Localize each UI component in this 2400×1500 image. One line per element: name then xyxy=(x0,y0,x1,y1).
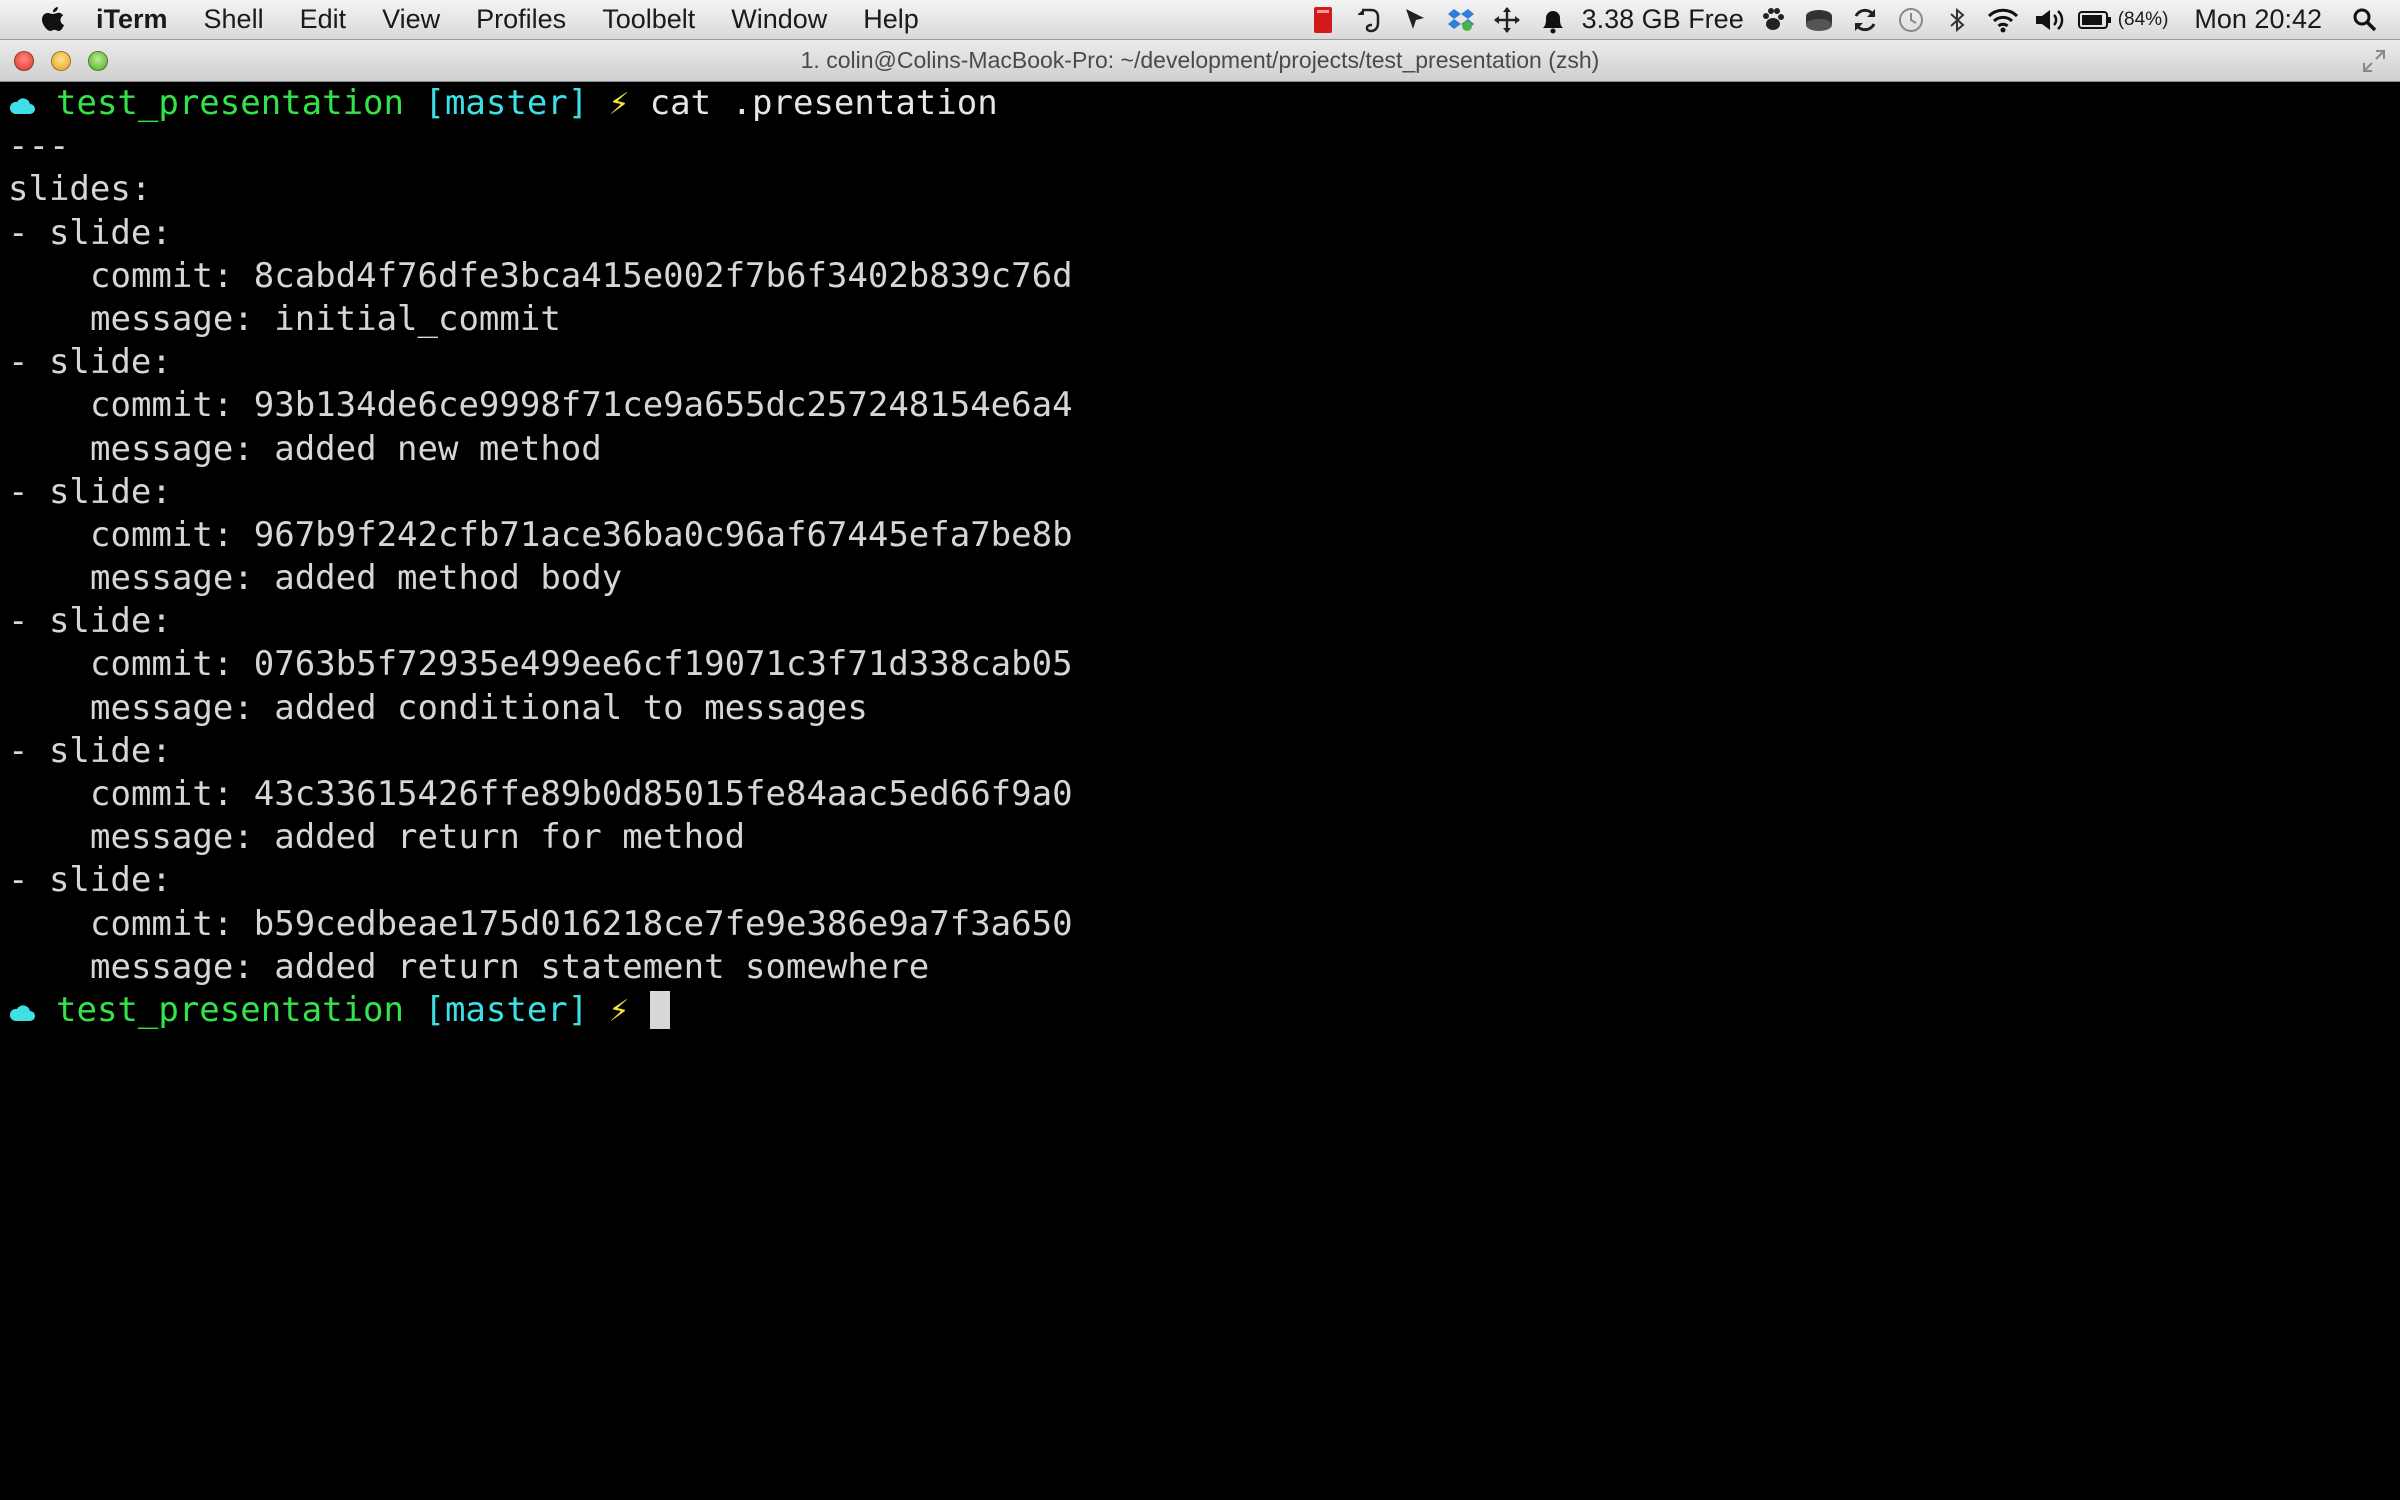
menu-toolbelt[interactable]: Toolbelt xyxy=(602,4,695,35)
yaml-doc-start: --- xyxy=(8,126,70,167)
slide-message-line: message: added conditional to messages xyxy=(8,687,2400,730)
commit-hash: 93b134de6ce9998f71ce9a655dc257248154e6a4 xyxy=(253,385,1073,426)
dropbox-icon[interactable] xyxy=(1444,5,1478,35)
slide-message-line: message: added method body xyxy=(8,557,2400,600)
slide-commit-line: commit: 0763b5f72935e499ee6cf19071c3f71d… xyxy=(8,643,2400,686)
slide-message-line: message: added return statement somewher… xyxy=(8,946,2400,989)
commit-key: commit: xyxy=(90,644,254,685)
minimize-window-button[interactable] xyxy=(51,50,71,71)
commit-hash: 967b9f242cfb71ace36ba0c96af67445efa7be8b xyxy=(253,514,1073,555)
terminal-output[interactable]: test_presentation [master] ⚡ cat .presen… xyxy=(0,82,2400,1500)
message-key: message: xyxy=(90,687,275,728)
bell-icon[interactable] xyxy=(1536,5,1570,35)
prompt-directory: test_presentation xyxy=(56,83,404,123)
window-controls xyxy=(14,50,125,71)
time-machine-icon[interactable] xyxy=(1894,5,1928,35)
command-text: cat .presentation xyxy=(649,83,998,123)
slide-commit-line: commit: 93b134de6ce9998f71ce9a655dc25724… xyxy=(8,384,2400,427)
slide-message-line: message: added return for method xyxy=(8,816,2400,859)
message-key: message: xyxy=(90,817,275,858)
commit-key: commit: xyxy=(90,774,254,814)
commit-hash: 8cabd4f76dfe3bca415e002f7b6f3402b839c76d xyxy=(253,255,1073,296)
prompt-bolt-icon: ⚡ xyxy=(608,83,630,123)
menu-help[interactable]: Help xyxy=(863,4,919,35)
commit-message: added method body xyxy=(274,558,623,599)
zoom-window-button[interactable] xyxy=(88,50,108,71)
message-key: message: xyxy=(90,558,275,599)
yaml-slide-key: - slide: xyxy=(8,601,172,642)
bluetooth-icon[interactable] xyxy=(1940,5,1974,35)
commit-key: commit: xyxy=(90,903,254,944)
cloud-icon xyxy=(9,1005,35,1021)
close-window-button[interactable] xyxy=(14,50,34,71)
yaml-slides-key: slides: xyxy=(8,169,152,210)
commit-key: commit: xyxy=(90,255,254,296)
paw-icon[interactable] xyxy=(1756,5,1790,35)
message-key: message: xyxy=(90,428,275,469)
slide-message-line: message: added new method xyxy=(8,428,2400,471)
commit-message: added return for method xyxy=(274,817,746,858)
commit-hash: 43c33615426ffe89b0d85015fe84aac5ed66f9a0 xyxy=(253,774,1073,814)
prompt-bolt-icon: ⚡ xyxy=(608,989,630,1030)
menu-edit[interactable]: Edit xyxy=(300,4,347,35)
message-key: message: xyxy=(90,946,275,987)
menu-shell[interactable]: Shell xyxy=(204,4,264,35)
wifi-icon[interactable] xyxy=(1986,5,2020,35)
commit-key: commit: xyxy=(90,385,254,426)
menu-view[interactable]: View xyxy=(382,4,440,35)
commit-message: added conditional to messages xyxy=(274,687,868,728)
yaml-slide-key: - slide: xyxy=(8,730,172,771)
commit-hash: b59cedbeae175d016218ce7fe9e386e9a7f3a650 xyxy=(253,903,1073,944)
commit-message: added new method xyxy=(274,428,602,469)
message-key: message: xyxy=(90,298,275,339)
cloud-icon xyxy=(9,98,35,114)
prompt-branch: [master] xyxy=(424,989,589,1030)
battery-icon[interactable] xyxy=(2077,5,2112,35)
slide-commit-line: commit: 43c33615426ffe89b0d85015fe84aac5… xyxy=(8,773,2400,816)
yaml-slide-key: - slide: xyxy=(8,212,172,253)
prompt-branch: [master] xyxy=(424,83,589,123)
yaml-slide-key: - slide: xyxy=(8,342,172,383)
menu-profiles[interactable]: Profiles xyxy=(476,4,566,35)
menubar-clock[interactable]: Mon 20:42 xyxy=(2194,4,2322,35)
slide-commit-line: commit: 967b9f242cfb71ace36ba0c96af67445… xyxy=(8,514,2400,557)
move-icon[interactable] xyxy=(1490,5,1524,35)
prompt-line: test_presentation [master] ⚡ cat .presen… xyxy=(8,82,2400,125)
pointer-icon[interactable] xyxy=(1398,5,1432,35)
volume-icon[interactable] xyxy=(2032,5,2066,35)
commit-hash: 0763b5f72935e499ee6cf19071c3f71d338cab05 xyxy=(253,644,1073,685)
text-cursor[interactable] xyxy=(649,990,670,1029)
sync-icon[interactable] xyxy=(1848,5,1882,35)
battery-percent[interactable]: (84%) xyxy=(2118,9,2169,31)
yaml-slide-key: - slide: xyxy=(8,471,172,512)
prompt-line-current: test_presentation [master] ⚡ xyxy=(8,989,2400,1032)
menu-app-iterm[interactable]: iTerm xyxy=(96,4,168,35)
window-title: 1. colin@Colins-MacBook-Pro: ~/developme… xyxy=(800,47,1600,73)
slides-list: - slide: commit: 8cabd4f76dfe3bca415e002f… xyxy=(8,212,2400,989)
spotlight-icon[interactable] xyxy=(2348,5,2382,35)
commit-key: commit: xyxy=(90,514,254,555)
memory-status[interactable]: 3.38 GB Free xyxy=(1582,4,1744,35)
slide-commit-line: commit: 8cabd4f76dfe3bca415e002f7b6f3402… xyxy=(8,255,2400,298)
commit-message: initial_commit xyxy=(274,298,561,339)
menu-bar: iTerm Shell Edit View Profiles Toolbelt Windo… xyxy=(0,0,2400,40)
slide-commit-line: commit: b59cedbeae175d016218ce7fe9e386e9… xyxy=(8,903,2400,946)
drive-icon[interactable] xyxy=(1802,5,1836,35)
prompt-directory: test_presentation xyxy=(56,989,404,1030)
commit-message: added return statement somewhere xyxy=(274,946,930,987)
menu-window[interactable]: Window xyxy=(731,4,827,35)
slide-message-line: message: initial_commit xyxy=(8,298,2400,341)
evernote-icon[interactable] xyxy=(1352,5,1386,35)
apple-menu-icon[interactable] xyxy=(40,5,66,35)
fullscreen-icon[interactable] xyxy=(2362,49,2386,73)
yaml-slide-key: - slide: xyxy=(8,860,172,901)
window-title-bar[interactable]: 1. colin@Colins-MacBook-Pro: ~/developme… xyxy=(0,40,2400,82)
red-book-icon[interactable] xyxy=(1306,5,1340,35)
